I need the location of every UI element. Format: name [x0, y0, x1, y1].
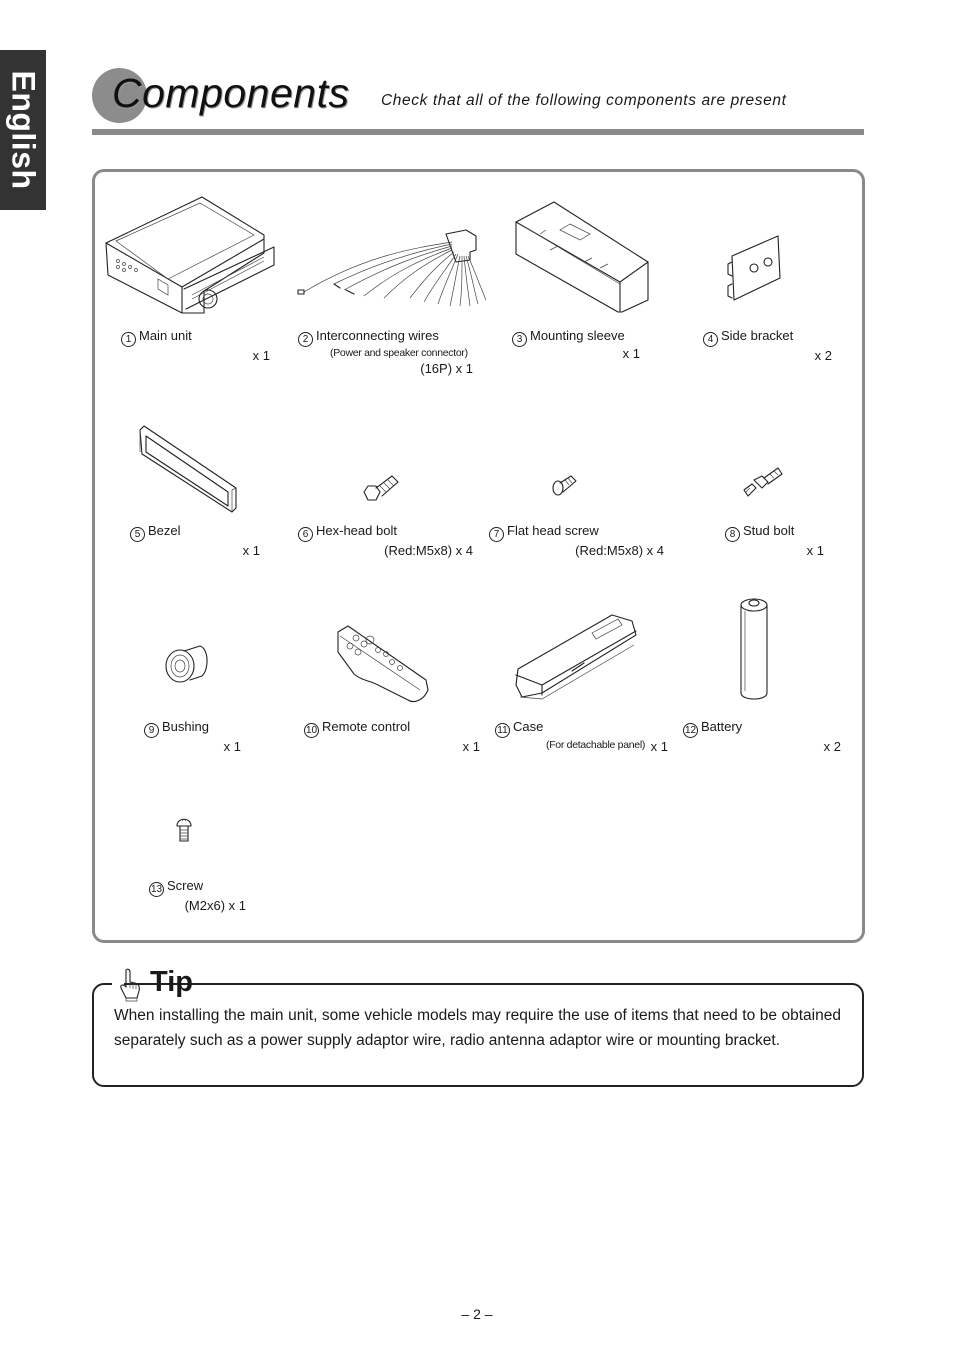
component-label: 11 Case	[495, 719, 543, 738]
component-label: 2 Interconnecting wires	[298, 328, 439, 347]
language-label: English	[5, 70, 42, 190]
page-subtitle: Check that all of the following componen…	[381, 92, 787, 109]
component-quantity: x 1	[252, 348, 270, 363]
title-divider	[92, 129, 864, 135]
component-quantity: x 1	[622, 346, 640, 361]
component-quantity: (M2x6) x 1	[184, 898, 246, 913]
component-quantity: x 1	[650, 739, 668, 754]
component-label: 8 Stud bolt	[725, 523, 794, 542]
component-label: 3 Mounting sleeve	[512, 328, 625, 347]
stud-bolt-icon	[743, 467, 783, 497]
component-note: (For detachable panel)	[546, 739, 646, 751]
main-unit-icon	[105, 196, 275, 314]
flat-screw-icon	[552, 475, 577, 496]
component-quantity: x 1	[242, 543, 260, 558]
component-label: 13 Screw	[149, 878, 204, 897]
component-quantity: (Red:M5x8) x 4	[575, 543, 664, 558]
tip-title: Tip	[150, 966, 193, 998]
tip-header: Tip	[112, 966, 193, 1002]
side-bracket-icon	[727, 235, 781, 301]
component-quantity: x 1	[223, 739, 241, 754]
component-label: 4 Side bracket	[703, 328, 793, 347]
case-icon	[515, 614, 637, 700]
component-label: 1 Main unit	[121, 328, 192, 347]
component-label: 9 Bushing	[144, 719, 209, 738]
mounting-sleeve-icon	[515, 201, 649, 313]
component-label: 12 Battery	[683, 719, 743, 738]
wires-icon	[297, 229, 487, 307]
component-quantity: (Red:M5x8) x 4	[384, 543, 473, 558]
page-title: Components	[112, 70, 350, 116]
component-note: (Power and speaker connector)	[330, 347, 468, 359]
bushing-icon	[165, 645, 208, 683]
hex-bolt-icon	[363, 475, 399, 501]
language-tab: English	[0, 50, 46, 210]
component-label: 10 Remote control	[304, 719, 411, 738]
component-quantity: x 1	[806, 543, 824, 558]
remote-control-icon	[337, 625, 429, 703]
battery-icon	[740, 598, 768, 700]
component-label: 6 Hex-head bolt	[298, 523, 397, 542]
pointing-hand-icon	[120, 968, 140, 1002]
component-label: 7 Flat head screw	[489, 523, 599, 542]
screw-icon	[176, 818, 192, 842]
bezel-icon	[139, 425, 237, 513]
page-number: – 2 –	[461, 1306, 493, 1322]
tip-text: When installing the main unit, some vehi…	[114, 1007, 841, 1049]
component-quantity: x 1	[462, 739, 480, 754]
component-quantity: (16P) x 1	[420, 361, 473, 376]
component-quantity: x 2	[823, 739, 841, 754]
component-label: 5 Bezel	[130, 523, 181, 542]
component-quantity: x 2	[814, 348, 832, 363]
